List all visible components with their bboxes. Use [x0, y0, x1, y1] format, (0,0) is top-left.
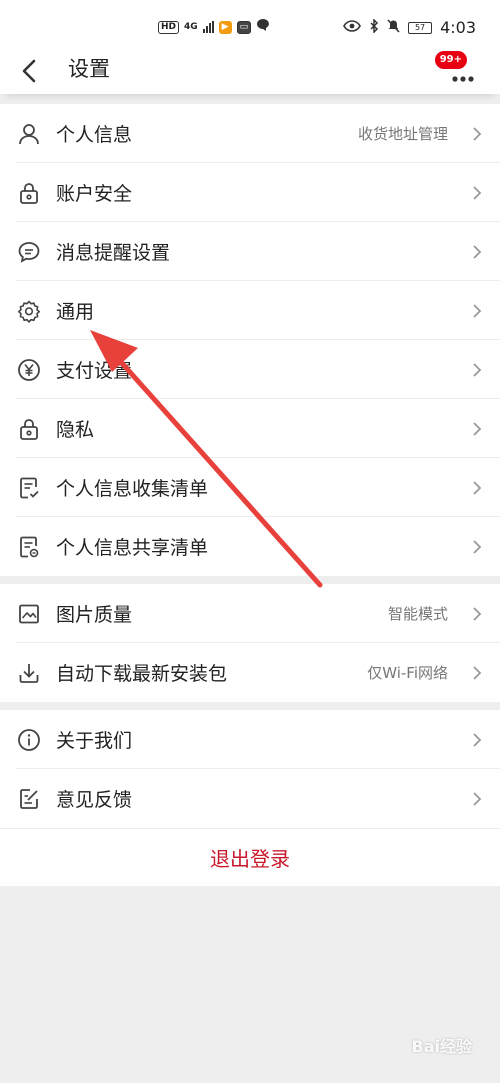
signal-icon	[202, 21, 214, 33]
navigation-header: 设置 99+	[0, 50, 500, 94]
settings-item-label: 个人信息共享清单	[56, 537, 209, 559]
settings-item-label: 账户安全	[56, 183, 133, 205]
status-right-icons: 57 4:03	[343, 17, 476, 37]
logout-button[interactable]: 退出登录	[0, 828, 500, 886]
clock: 4:03	[440, 18, 476, 37]
chevron-right-icon	[473, 362, 482, 377]
chevron-right-icon	[473, 480, 482, 495]
chevron-right-icon	[473, 606, 482, 621]
person-icon	[16, 121, 42, 147]
settings-item-privacy[interactable]: 隐私	[0, 399, 500, 458]
yen-icon	[16, 357, 42, 383]
settings-item-label: 支付设置	[56, 360, 133, 382]
logout-label: 退出登录	[210, 847, 290, 871]
feedback-icon	[16, 786, 42, 812]
chevron-right-icon	[473, 791, 482, 806]
settings-group-media: 图片质量 智能模式 自动下载最新安装包 仅Wi-Fi网络	[0, 584, 500, 702]
settings-item-value: 收货地址管理	[357, 125, 448, 143]
chevron-right-icon	[473, 303, 482, 318]
chevron-right-icon	[473, 732, 482, 747]
chevron-right-icon	[473, 665, 482, 680]
battery-icon: 57	[408, 21, 433, 34]
gear-icon	[16, 298, 42, 324]
chat-bubble-icon	[16, 239, 42, 265]
settings-group-about: 关于我们 意见反馈	[0, 710, 500, 828]
message-icon	[256, 18, 270, 36]
status-left-icons: HD 4G ▶ ▭	[158, 18, 270, 36]
settings-item-label: 隐私	[56, 419, 95, 441]
settings-item-label: 个人信息	[56, 124, 133, 146]
eye-icon	[343, 19, 361, 36]
notification-badge: 99+	[433, 50, 468, 70]
settings-item-info-collection-list[interactable]: 个人信息收集清单	[0, 458, 500, 517]
status-bar: HD 4G ▶ ▭ 57 4:03	[0, 0, 500, 50]
settings-item-about-us[interactable]: 关于我们	[0, 710, 500, 769]
page-title: 设置	[68, 57, 110, 81]
settings-item-label: 自动下载最新安装包	[56, 663, 228, 685]
network-4g-indicator: 4G	[184, 22, 198, 32]
baidu-watermark: Bai经验	[411, 1037, 472, 1056]
more-menu-button[interactable]: 99+	[433, 50, 478, 88]
settings-item-label: 图片质量	[56, 604, 133, 626]
settings-item-value: 智能模式	[387, 605, 448, 623]
settings-item-auto-download[interactable]: 自动下载最新安装包 仅Wi-Fi网络	[0, 643, 500, 702]
settings-item-label: 个人信息收集清单	[56, 478, 209, 500]
lock-icon	[16, 180, 42, 206]
settings-item-label: 意见反馈	[56, 789, 133, 811]
settings-group-account: 个人信息 收货地址管理 账户安全 消息提醒设置 通用 支付设置 隐私 个人信息收…	[0, 104, 500, 576]
settings-item-general[interactable]: 通用	[0, 281, 500, 340]
settings-item-image-quality[interactable]: 图片质量 智能模式	[0, 584, 500, 643]
settings-item-payment[interactable]: 支付设置	[0, 340, 500, 399]
chevron-right-icon	[473, 539, 482, 554]
image-icon	[16, 601, 42, 627]
settings-item-label: 消息提醒设置	[56, 242, 171, 264]
privacy-lock-icon	[16, 416, 42, 442]
settings-item-account-security[interactable]: 账户安全	[0, 163, 500, 222]
settings-item-info-sharing-list[interactable]: 个人信息共享清单	[0, 517, 500, 576]
settings-item-label: 通用	[56, 301, 95, 323]
bluetooth-icon	[369, 17, 379, 37]
download-icon	[16, 660, 42, 686]
hd-indicator: HD	[158, 20, 180, 34]
app-notification-icon: ▶	[218, 20, 232, 34]
back-arrow-icon	[22, 59, 36, 83]
settings-item-feedback[interactable]: 意见反馈	[0, 769, 500, 828]
chevron-right-icon	[473, 185, 482, 200]
chevron-right-icon	[473, 244, 482, 259]
info-icon	[16, 727, 42, 753]
settings-item-value: 仅Wi-Fi网络	[367, 664, 448, 682]
back-button[interactable]	[16, 56, 46, 86]
mute-bell-icon	[387, 18, 400, 37]
share-list-icon	[16, 534, 42, 560]
checklist-icon	[16, 475, 42, 501]
settings-item-personal-info[interactable]: 个人信息 收货地址管理	[0, 104, 500, 163]
app-notification-icon-2: ▭	[236, 20, 252, 34]
chevron-right-icon	[473, 421, 482, 436]
chevron-right-icon	[473, 126, 482, 141]
settings-item-label: 关于我们	[56, 730, 133, 752]
settings-item-message-alerts[interactable]: 消息提醒设置	[0, 222, 500, 281]
